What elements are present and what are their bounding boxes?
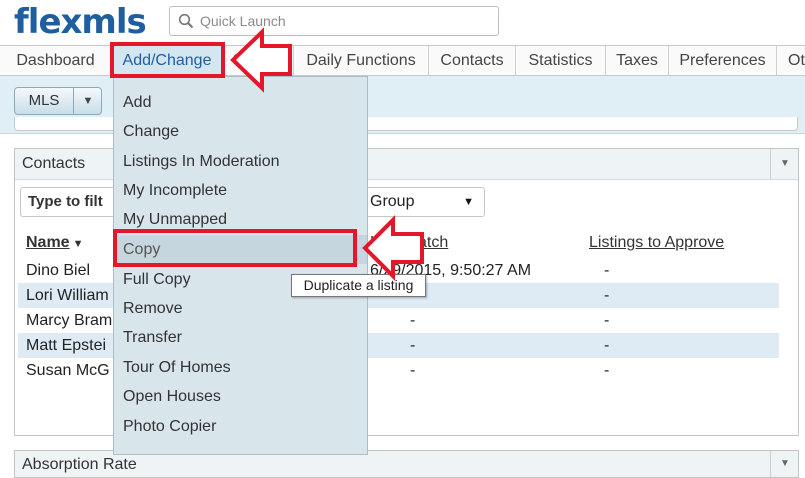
menu-item-change[interactable]: Change (114, 117, 367, 146)
column-header-last-match[interactable]: Last Match (370, 234, 448, 252)
highlight-box-add-change (110, 42, 225, 78)
quick-launch-search[interactable] (169, 6, 499, 36)
absorption-rate-title: Absorption Rate (22, 456, 137, 473)
quick-launch-input[interactable] (200, 11, 490, 31)
highlight-box-copy (113, 229, 357, 267)
contact-last-match: - (410, 337, 416, 354)
menu-item-listings-in-moderation[interactable]: Listings In Moderation (114, 147, 367, 176)
menu-item-photo-copier[interactable]: Photo Copier (114, 412, 367, 441)
group-select-value: Group (370, 193, 415, 210)
nav-tab-other[interactable]: Ot (777, 46, 805, 75)
contact-name[interactable]: Lori William (26, 283, 109, 308)
sort-desc-icon: ▼ (72, 238, 84, 250)
tooltip: Duplicate a listing (291, 274, 426, 297)
contact-listings-to-approve: - (604, 362, 610, 379)
flexmls-logo[interactable]: flexmls (14, 2, 147, 42)
collapse-caret-icon[interactable]: ▼ (770, 451, 799, 477)
menu-item-add[interactable]: Add (114, 88, 367, 117)
contact-listings-to-approve: - (604, 337, 610, 354)
caret-down-icon: ▼ (463, 196, 474, 208)
contact-listings-to-approve: - (604, 312, 610, 329)
nav-tab-contacts[interactable]: Contacts (429, 46, 516, 75)
nav-tab-preferences[interactable]: Preferences (669, 46, 777, 75)
contact-listings-to-approve: - (604, 262, 610, 279)
collapse-caret-icon[interactable]: ▼ (770, 149, 799, 179)
contact-listings-to-approve: - (604, 287, 610, 304)
menu-item-my-incomplete[interactable]: My Incomplete (114, 176, 367, 205)
mls-label: MLS (15, 88, 74, 114)
column-header-listings-to-approve[interactable]: Listings to Approve (589, 234, 724, 252)
mls-selector-button[interactable]: MLS ▼ (14, 87, 102, 115)
contact-name[interactable]: Susan McG (26, 358, 110, 383)
menu-item-transfer[interactable]: Transfer (114, 323, 367, 352)
contact-last-match: - (410, 362, 416, 379)
menu-item-tour-of-homes[interactable]: Tour Of Homes (114, 353, 367, 382)
contact-name[interactable]: Marcy Bram (26, 308, 112, 333)
contact-name[interactable]: Matt Epstei (26, 333, 106, 358)
caret-down-icon[interactable]: ▼ (75, 88, 101, 114)
nav-tab-statistics[interactable]: Statistics (516, 46, 606, 75)
nav-tab-search[interactable]: Search (223, 46, 294, 75)
nav-tab-dashboard[interactable]: Dashboard (0, 46, 112, 75)
menu-item-open-houses[interactable]: Open Houses (114, 382, 367, 411)
contact-name[interactable]: Dino Biel (26, 258, 90, 283)
nav-tab-taxes[interactable]: Taxes (606, 46, 669, 75)
contact-last-match: - (410, 312, 416, 329)
filter-placeholder: Type to filt (28, 193, 103, 210)
search-icon (178, 13, 194, 29)
nav-tab-daily-functions[interactable]: Daily Functions (294, 46, 429, 75)
menu-item-remove[interactable]: Remove (114, 294, 367, 323)
column-header-name[interactable]: Name ▼ (26, 234, 83, 252)
contacts-panel-title: Contacts (22, 155, 86, 172)
